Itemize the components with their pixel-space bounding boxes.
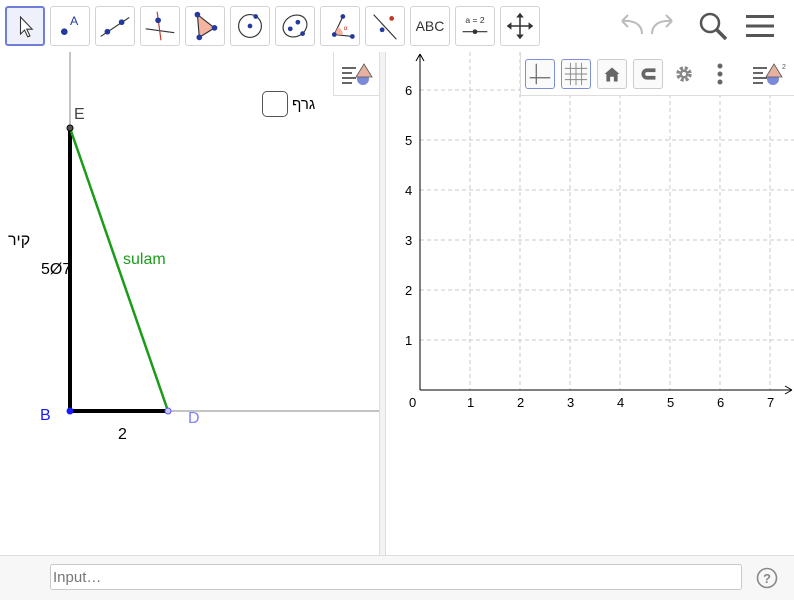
base-length-value: 2 — [118, 426, 127, 443]
help-icon: ? — [756, 567, 778, 589]
y-tick-label: 6 — [405, 83, 412, 98]
y-tick-label: 5 — [405, 133, 412, 148]
line-icon — [100, 16, 130, 37]
toolbar: A α ABC a = 2 — [0, 0, 794, 52]
graph-checkbox[interactable] — [262, 91, 288, 117]
ladder-label: sulam — [123, 251, 166, 268]
angle-icon: α — [331, 14, 355, 39]
search-icon — [699, 12, 728, 41]
wall-length-value: 5Ø7 — [41, 261, 72, 278]
polygon-icon — [194, 11, 218, 41]
y-tick-label: 3 — [405, 233, 412, 248]
circle-icon — [238, 14, 262, 38]
redo-button[interactable] — [648, 8, 682, 44]
home-icon — [604, 67, 620, 82]
x-tick-label: 0 — [409, 395, 416, 410]
ladder-segment[interactable] — [68, 127, 170, 412]
point-icon: A — [60, 14, 79, 36]
point-e-label: E — [74, 106, 85, 123]
more-options-button[interactable] — [705, 59, 735, 89]
grid-toggle-button[interactable] — [561, 59, 591, 89]
x-tick-label: 6 — [717, 395, 724, 410]
redo-icon — [651, 14, 673, 35]
x-tick-label: 5 — [667, 395, 674, 410]
move-tool-button[interactable] — [5, 6, 45, 46]
svg-text:?: ? — [763, 571, 771, 586]
slider-icon: a = 2 — [462, 15, 488, 35]
axes-toggle-icon — [529, 63, 551, 85]
gear-icon — [676, 66, 692, 82]
conic-tool-button[interactable] — [275, 6, 315, 46]
graphics-view-1[interactable]: גרף E B D קיר 5Ø7 sulam 2 — [0, 52, 379, 555]
x-tick-label: 3 — [567, 395, 574, 410]
point-capturing-button[interactable] — [633, 59, 663, 89]
ellipse-icon — [282, 14, 308, 38]
reflect-line-icon — [373, 14, 397, 40]
svg-text:a = 2: a = 2 — [465, 15, 484, 25]
hamburger-menu-icon — [746, 15, 774, 37]
circle-tool-button[interactable] — [230, 6, 270, 46]
angle-tool-button[interactable]: α — [320, 6, 360, 46]
y-tick-label: 4 — [405, 183, 412, 198]
point-b[interactable] — [66, 407, 74, 415]
x-tick-label: 7 — [767, 395, 774, 410]
graphics-2-style-bar-toggle[interactable]: 2 — [749, 59, 791, 89]
grid-lines — [420, 52, 794, 390]
perpendicular-line-icon — [145, 11, 175, 41]
point-b-label: B — [40, 407, 51, 424]
cursor-arrow-icon — [19, 15, 34, 38]
polygon-tool-button[interactable] — [185, 6, 225, 46]
graphics-settings-button[interactable] — [669, 59, 699, 89]
line-tool-button[interactable] — [95, 6, 135, 46]
svg-text:2: 2 — [782, 64, 786, 71]
graphics-1-canvas — [66, 52, 379, 415]
perpendicular-tool-button[interactable] — [140, 6, 180, 46]
search-button[interactable] — [696, 8, 730, 44]
graph-checkbox-group[interactable]: גרף — [262, 91, 315, 117]
y-tick-label: 1 — [405, 333, 412, 348]
style-bar-toggle-icon — [342, 63, 373, 85]
x-tick-label: 2 — [517, 395, 524, 410]
style-bar-toggle-icon: 2 — [753, 63, 786, 85]
svg-text:A: A — [70, 14, 79, 28]
grid-toggle-icon — [564, 62, 588, 86]
y-tick-label: 2 — [405, 283, 412, 298]
reflect-tool-button[interactable] — [365, 6, 405, 46]
x-tick-label: 1 — [467, 395, 474, 410]
graphics-2-style-bar: 2 — [520, 52, 794, 96]
move-graphics-tool-button[interactable] — [500, 6, 540, 46]
standard-view-button[interactable] — [597, 59, 627, 89]
svg-text:α: α — [344, 25, 348, 32]
magnet-icon — [641, 68, 656, 80]
slider-tool-button[interactable]: a = 2 — [455, 6, 495, 46]
main-menu-button[interactable] — [743, 8, 777, 44]
point-e[interactable] — [66, 124, 74, 132]
algebra-input-field[interactable] — [50, 564, 742, 590]
x-tick-label: 4 — [617, 395, 624, 410]
graphics-view-2[interactable]: 0 1 2 3 4 5 6 7 1 2 3 4 5 6 2 — [386, 52, 794, 555]
text-tool-label: ABC — [415, 18, 445, 34]
undo-icon — [621, 14, 643, 35]
more-vert-icon — [717, 63, 723, 85]
graphics-2-canvas: 0 1 2 3 4 5 6 7 1 2 3 4 5 6 — [405, 52, 794, 410]
text-tool-button[interactable]: ABC — [410, 6, 450, 46]
panel-divider[interactable] — [379, 52, 386, 555]
point-d-label: D — [188, 410, 200, 427]
input-help-button[interactable]: ? — [756, 567, 778, 589]
graph-checkbox-label: גרף — [292, 95, 316, 113]
point-d[interactable] — [164, 407, 172, 415]
wall-label: קיר — [8, 232, 31, 249]
axes-toggle-button[interactable] — [525, 59, 555, 89]
undo-button[interactable] — [612, 8, 646, 44]
graphics-1-style-bar-toggle[interactable] — [333, 52, 379, 96]
move-arrows-icon — [506, 12, 534, 40]
input-bar: ? — [0, 555, 794, 600]
point-tool-button[interactable]: A — [50, 6, 90, 46]
